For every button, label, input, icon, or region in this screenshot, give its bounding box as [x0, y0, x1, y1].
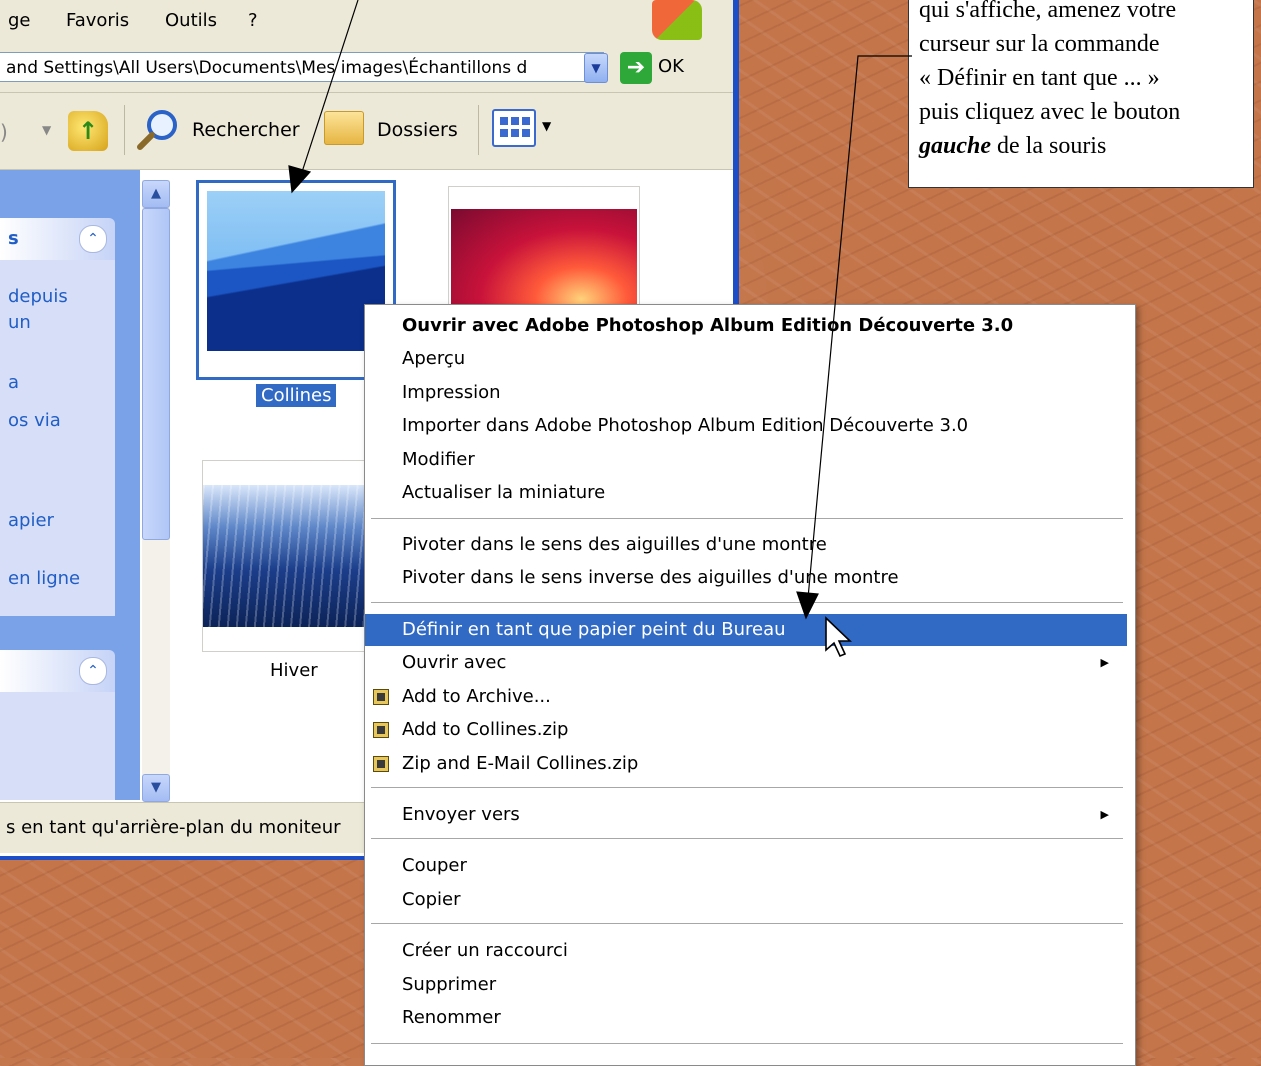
arrow-head-to-thumbnail — [288, 165, 312, 194]
arrow-line-to-menu-item — [807, 55, 912, 599]
arrow-head-to-menu-item — [796, 591, 819, 620]
mouse-cursor-icon — [825, 616, 852, 658]
arrow-line-to-thumbnail — [301, 0, 359, 173]
annotation-arrows — [288, 0, 912, 620]
